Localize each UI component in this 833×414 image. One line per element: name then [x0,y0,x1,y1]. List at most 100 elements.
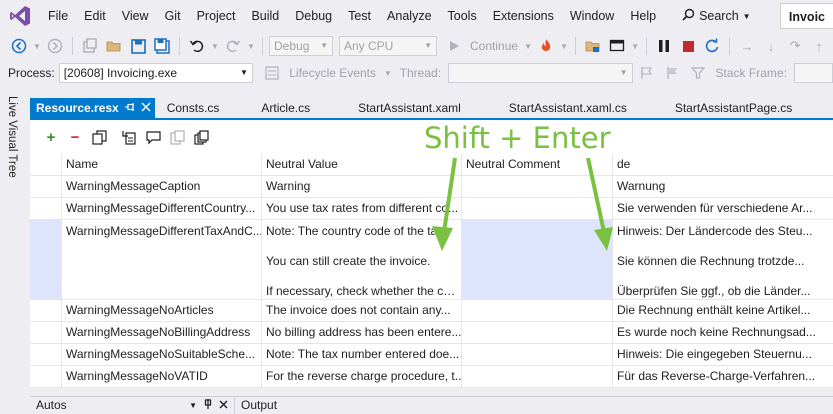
de-cell-multiline[interactable]: Hinweis: Der Ländercode des Steu... Sie … [613,220,833,299]
table-row[interactable]: WarningMessageNoBillingAddress No billin… [30,322,833,344]
tab-consts-cs[interactable]: Consts.cs [155,98,232,118]
solution-configuration-select[interactable]: Debug ▼ [269,36,333,56]
table-row[interactable]: WarningMessageDifferentCountry... You us… [30,198,833,220]
save-all-icon[interactable] [151,35,173,57]
tab-startassistant-xaml-cs[interactable]: StartAssistant.xaml.cs [485,98,651,118]
neutral-value-cell[interactable]: Note: The tax number entered doe... [262,344,462,365]
flag-threads-icon[interactable] [637,62,658,84]
tab-overflow[interactable]: M [816,98,833,118]
thread-select[interactable]: ▼ [448,63,633,83]
neutral-comment-cell[interactable] [462,366,613,387]
menu-analyze[interactable]: Analyze [379,0,439,32]
column-header-de[interactable]: de [613,154,833,175]
menu-view[interactable]: View [114,0,157,32]
neutral-comment-cell[interactable] [462,322,613,343]
neutral-comment-cell[interactable] [462,300,613,321]
column-header-name[interactable]: Name [62,154,262,175]
navigate-forward-icon[interactable] [44,35,66,57]
output-panel-header[interactable]: Output [235,397,283,414]
redo-icon[interactable] [222,35,244,57]
de-cell[interactable]: Die Rechnung enthält keine Artikel... [613,300,833,321]
row-header[interactable] [30,344,62,365]
name-cell[interactable]: WarningMessageNoSuitableSche... [62,344,262,365]
menu-edit[interactable]: Edit [76,0,114,32]
name-cell[interactable]: WarningMessageDifferentCountry... [62,198,262,219]
process-select[interactable]: [20608] Invoicing.exe ▼ [58,63,253,83]
table-row[interactable]: WarningMessageNoVATID For the reverse ch… [30,366,833,388]
menu-test[interactable]: Test [340,0,379,32]
step-into-icon[interactable]: ↓ [760,35,782,57]
restart-icon[interactable] [701,35,723,57]
name-cell[interactable]: WarningMessageCaption [62,176,262,197]
column-header-neutral-comment[interactable]: Neutral Comment [462,154,613,175]
step-over-icon[interactable]: ↷ [784,35,806,57]
chevron-down-icon[interactable]: ▼ [189,397,197,414]
neutral-comment-cell[interactable] [462,198,613,219]
menu-debug[interactable]: Debug [287,0,340,32]
lifecycle-events-button[interactable]: Lifecycle Events [286,66,379,80]
name-cell[interactable]: WarningMessageNoArticles [62,300,262,321]
lifecycle-events-icon[interactable] [261,62,282,84]
tab-startassistant-xaml[interactable]: StartAssistant.xaml [328,98,485,118]
de-cell[interactable]: Warnung [613,176,833,197]
menu-window[interactable]: Window [562,0,622,32]
add-resource-icon[interactable]: + [42,128,60,146]
neutral-value-cell[interactable]: Warning [262,176,462,197]
import-icon[interactable] [120,128,138,146]
tab-startassistantpage-cs[interactable]: StartAssistantPage.cs [651,98,816,118]
cascade-windows-icon[interactable] [192,128,210,146]
navigate-back-icon[interactable] [8,35,30,57]
name-cell[interactable]: WarningMessageNoBillingAddress [62,322,262,343]
pin-icon[interactable] [124,98,135,118]
autos-panel-header[interactable]: Autos ▼ [30,397,235,414]
stack-frame-select[interactable] [793,63,833,83]
dropdown-arrow-icon[interactable]: ▼ [630,35,640,57]
new-project-icon[interactable] [79,35,101,57]
neutral-comment-cell[interactable] [462,176,613,197]
neutral-value-cell[interactable]: The invoice does not contain any... [262,300,462,321]
column-header-neutral-value[interactable]: Neutral Value [262,154,462,175]
table-row[interactable]: WarningMessageCaption Warning Warnung [30,176,833,198]
comment-icon[interactable] [144,128,162,146]
name-cell[interactable]: WarningMessageNoVATID [62,366,262,387]
export-icon[interactable] [168,128,186,146]
stop-debugging-icon[interactable] [677,35,699,57]
de-cell[interactable]: Für das Reverse-Charge-Verfahren... [613,366,833,387]
tab-article-cs[interactable]: Article.cs [231,98,328,118]
de-cell[interactable]: Sie verwenden für verschiedene Ar... [613,198,833,219]
neutral-comment-cell[interactable] [462,220,613,299]
dropdown-arrow-icon[interactable]: ▼ [246,35,256,57]
search-box[interactable]: Search ▼ [674,8,759,24]
close-icon[interactable] [141,98,151,118]
neutral-comment-cell[interactable] [462,344,613,365]
dropdown-arrow-icon[interactable]: ▼ [523,35,533,57]
show-next-statement-icon[interactable]: → [736,35,758,57]
neutral-value-cell[interactable]: You use tax rates from different co... [262,198,462,219]
close-icon[interactable] [219,397,228,414]
de-cell[interactable]: Es wurde noch keine Rechnungsad... [613,322,833,343]
pin-icon[interactable] [203,397,213,414]
window-layout-icon[interactable] [606,35,628,57]
filter-icon[interactable] [687,62,708,84]
table-row[interactable]: WarningMessageNoSuitableSche... Note: Th… [30,344,833,366]
hot-reload-icon[interactable] [535,35,557,57]
neutral-value-cell[interactable]: For the reverse charge procedure, t... [262,366,462,387]
continue-button[interactable]: Continue [467,39,521,53]
menu-tools[interactable]: Tools [440,0,485,32]
row-header[interactable] [30,176,62,197]
break-all-pause-icon[interactable] [653,35,675,57]
menu-build[interactable]: Build [243,0,287,32]
visual-studio-logo-icon[interactable] [0,0,40,32]
copy-icon[interactable] [90,128,108,146]
dropdown-arrow-icon[interactable]: ▼ [383,62,393,84]
dropdown-arrow-icon[interactable]: ▼ [32,35,42,57]
menu-git[interactable]: Git [157,0,189,32]
dropdown-arrow-icon[interactable]: ▼ [559,35,569,57]
row-header[interactable] [30,322,62,343]
open-folder-icon[interactable] [103,35,125,57]
name-cell[interactable]: WarningMessageDifferentTaxAndC... [62,220,262,299]
row-header[interactable] [30,300,62,321]
menu-file[interactable]: File [40,0,76,32]
solution-platform-select[interactable]: Any CPU ▼ [339,36,437,56]
menu-help[interactable]: Help [622,0,664,32]
